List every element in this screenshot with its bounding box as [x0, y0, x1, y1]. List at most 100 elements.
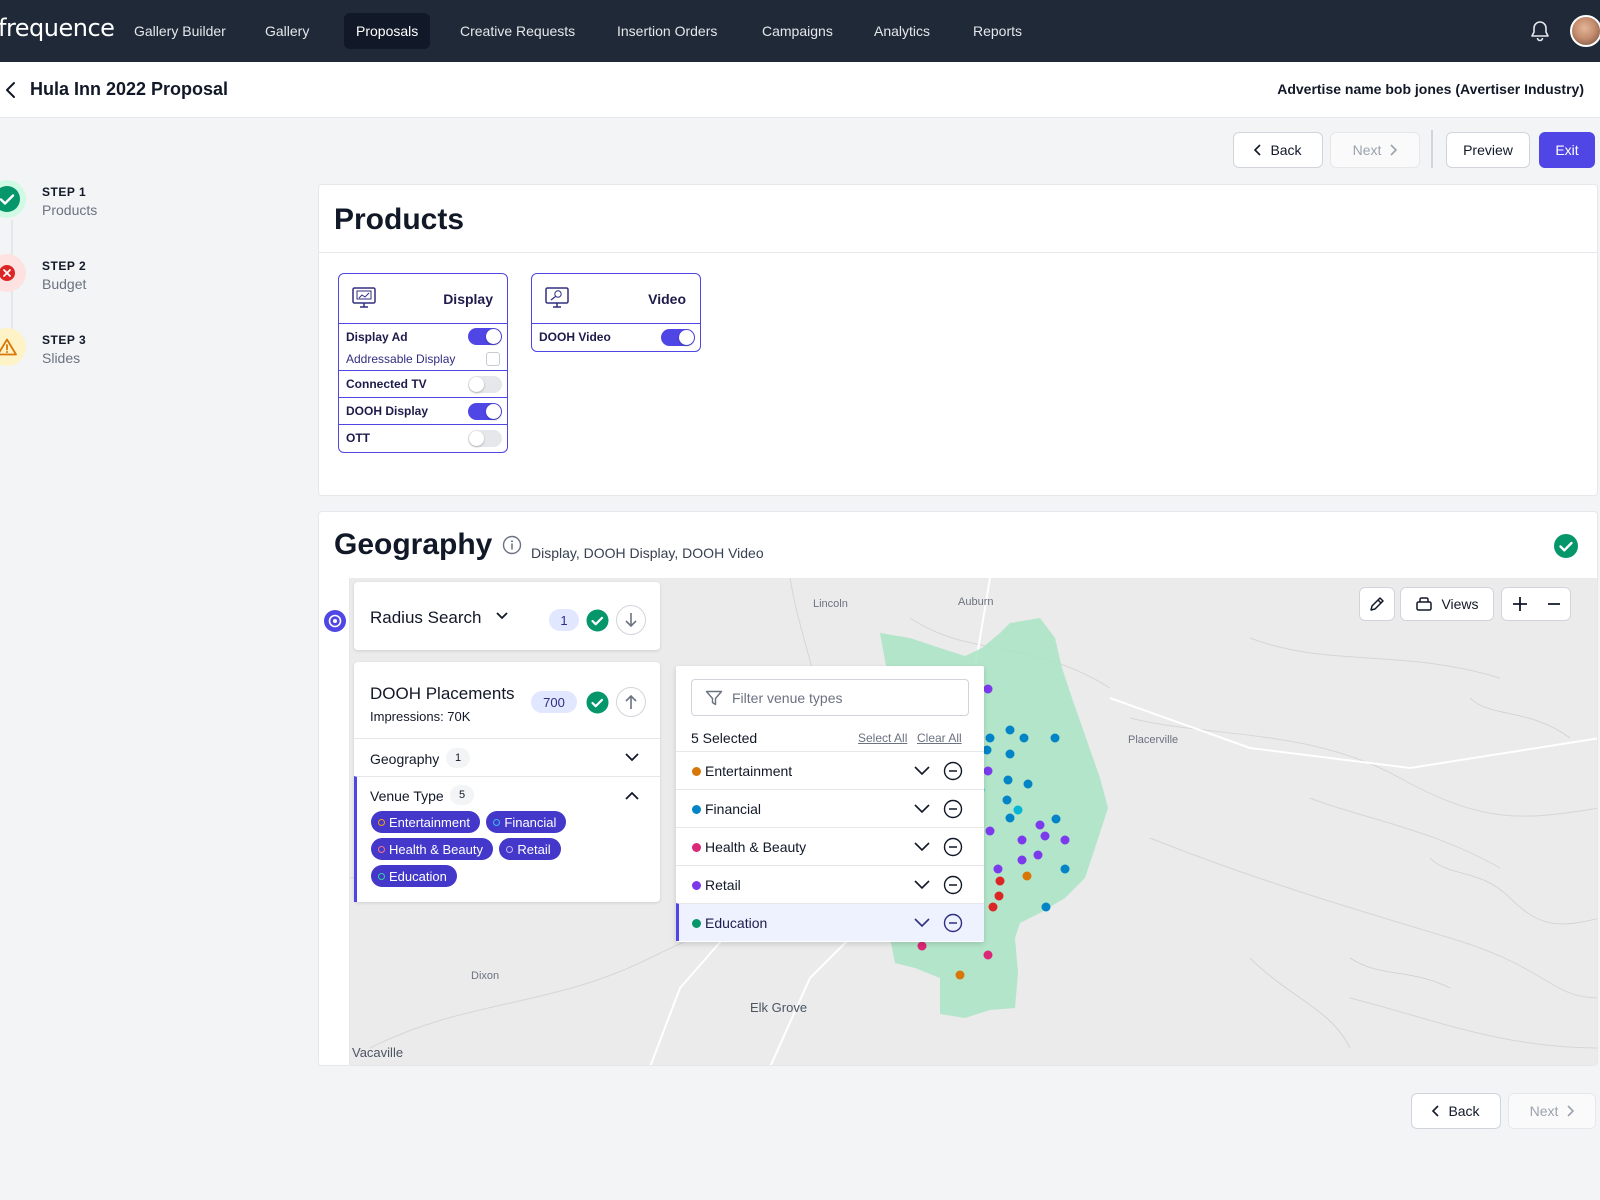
addressable-display-checkbox[interactable] [486, 352, 500, 366]
venue-label: Health & Beauty [705, 839, 807, 855]
chip-education[interactable]: Education [371, 865, 457, 887]
chevron-down-icon[interactable] [913, 877, 931, 891]
nav-insertion-orders[interactable]: Insertion Orders [605, 13, 729, 49]
connected-tv-label: Connected TV [346, 377, 427, 391]
nav-gallery[interactable]: Gallery [253, 13, 321, 49]
geography-section-row[interactable]: Geography 1 [354, 738, 660, 776]
chevron-down-icon[interactable] [495, 611, 509, 621]
financial-dot [493, 818, 501, 826]
venue-type-count: 5 [450, 785, 474, 805]
arrow-down-icon [625, 613, 637, 628]
venue-row-health-beauty[interactable]: Health & Beauty [676, 827, 984, 865]
remove-circle-icon[interactable] [943, 913, 963, 933]
frequence-logo[interactable]: frequence [0, 14, 115, 42]
views-button[interactable]: Views [1400, 587, 1494, 621]
chevron-down-icon[interactable] [913, 763, 931, 777]
chevron-down-icon[interactable] [913, 839, 931, 853]
dooh-display-toggle[interactable] [468, 403, 502, 420]
selected-count: 5 Selected [691, 730, 758, 746]
radius-search-complete-icon [586, 609, 609, 632]
chip-health-beauty[interactable]: Health & Beauty [371, 838, 493, 860]
remove-circle-icon[interactable] [943, 875, 963, 895]
back-button[interactable]: Back [1233, 132, 1323, 168]
select-all-link[interactable]: Select All [858, 731, 907, 745]
chip-retail[interactable]: Retail [499, 838, 561, 860]
step-3-name: Slides [42, 350, 81, 366]
next-button[interactable]: Next [1330, 132, 1420, 168]
footer-back-label: Back [1448, 1103, 1480, 1119]
back-chevron-icon[interactable] [4, 80, 18, 100]
chevron-down-icon[interactable] [913, 915, 931, 929]
health-beauty-dot [692, 843, 701, 852]
collapse-dooh-button[interactable] [616, 687, 646, 717]
monitor-icon [351, 286, 377, 310]
chevron-right-icon [1567, 1105, 1575, 1117]
video-product-card: Video DOOH Video [531, 273, 701, 352]
connected-tv-toggle[interactable] [468, 376, 502, 393]
location-pin-icon[interactable] [323, 609, 347, 633]
step-2-name: Budget [42, 276, 87, 292]
venue-label: Entertainment [705, 763, 793, 779]
chevron-down-icon[interactable] [624, 752, 640, 763]
chip-label: Retail [517, 841, 551, 857]
geography-complete-icon [1553, 533, 1579, 559]
footer-back-button[interactable]: Back [1411, 1093, 1501, 1129]
nav-campaigns[interactable]: Campaigns [750, 13, 845, 49]
footer-next-button[interactable]: Next [1508, 1093, 1596, 1129]
toolbar-divider [1431, 130, 1433, 168]
map-tool-rail [319, 578, 350, 1065]
remove-circle-icon[interactable] [943, 837, 963, 857]
venue-row-financial[interactable]: Financial [676, 789, 984, 827]
display-ad-label: Display Ad [346, 330, 408, 344]
chip-label: Financial [504, 814, 557, 830]
zoom-out-icon[interactable] [1546, 595, 1562, 613]
products-panel: Products Display Display Ad Addressable … [318, 184, 1598, 496]
venue-filter-input[interactable]: Filter venue types [691, 679, 969, 716]
display-ad-toggle[interactable] [468, 328, 502, 345]
chip-financial[interactable]: Financial [486, 811, 567, 833]
display-ad-row: Display Ad [339, 324, 507, 347]
radius-search-card[interactable]: Radius Search 1 [354, 582, 660, 650]
filter-placeholder: Filter venue types [732, 690, 843, 706]
venue-row-entertainment[interactable]: Entertainment [676, 751, 984, 789]
toggle-knob [486, 404, 501, 419]
venue-chips: Entertainment Financial Health & Beauty … [371, 811, 621, 892]
video-monitor-icon [544, 286, 570, 310]
nav-reports[interactable]: Reports [961, 13, 1034, 49]
nav-creative-requests[interactable]: Creative Requests [448, 13, 587, 49]
venue-row-education[interactable]: Education [676, 903, 984, 941]
venue-filter-dropdown: Filter venue types 5 Selected Select All… [676, 666, 984, 942]
expand-radius-button[interactable] [616, 605, 646, 635]
nav-proposals[interactable]: Proposals [344, 13, 431, 49]
chip-entertainment[interactable]: Entertainment [371, 811, 480, 833]
avatar[interactable] [1570, 15, 1600, 47]
video-card-title: Video [648, 291, 686, 307]
video-card-header: Video [532, 274, 700, 324]
nav-gallery-builder[interactable]: Gallery Builder [122, 13, 238, 49]
dooh-video-toggle[interactable] [661, 329, 695, 346]
dooh-placements-count: 700 [531, 691, 577, 713]
radius-search-count: 1 [549, 609, 579, 631]
preview-button-label: Preview [1463, 142, 1513, 158]
map-label-lincoln: Lincoln [813, 598, 848, 610]
venue-row-retail[interactable]: Retail [676, 865, 984, 903]
ott-toggle[interactable] [468, 430, 502, 447]
page-header: Hula Inn 2022 Proposal Advertise name bo… [0, 62, 1600, 118]
chevron-down-icon[interactable] [913, 801, 931, 815]
clear-all-link[interactable]: Clear All [917, 731, 962, 745]
step-1-name: Products [42, 202, 98, 218]
nav-analytics[interactable]: Analytics [862, 13, 942, 49]
edit-map-button[interactable] [1359, 587, 1395, 621]
display-card-header: Display [339, 274, 507, 324]
bell-icon[interactable] [1530, 20, 1550, 42]
zoom-in-icon[interactable] [1511, 595, 1529, 613]
dooh-complete-icon [586, 691, 609, 714]
preview-button[interactable]: Preview [1446, 132, 1530, 168]
exit-button[interactable]: Exit [1539, 132, 1595, 168]
advertiser-name: Advertise name bob jones (Avertiser Indu… [1277, 81, 1584, 97]
toggle-knob [679, 330, 694, 345]
remove-circle-icon[interactable] [943, 799, 963, 819]
info-icon[interactable] [502, 535, 522, 555]
chevron-up-icon[interactable] [624, 790, 640, 801]
remove-circle-icon[interactable] [943, 761, 963, 781]
